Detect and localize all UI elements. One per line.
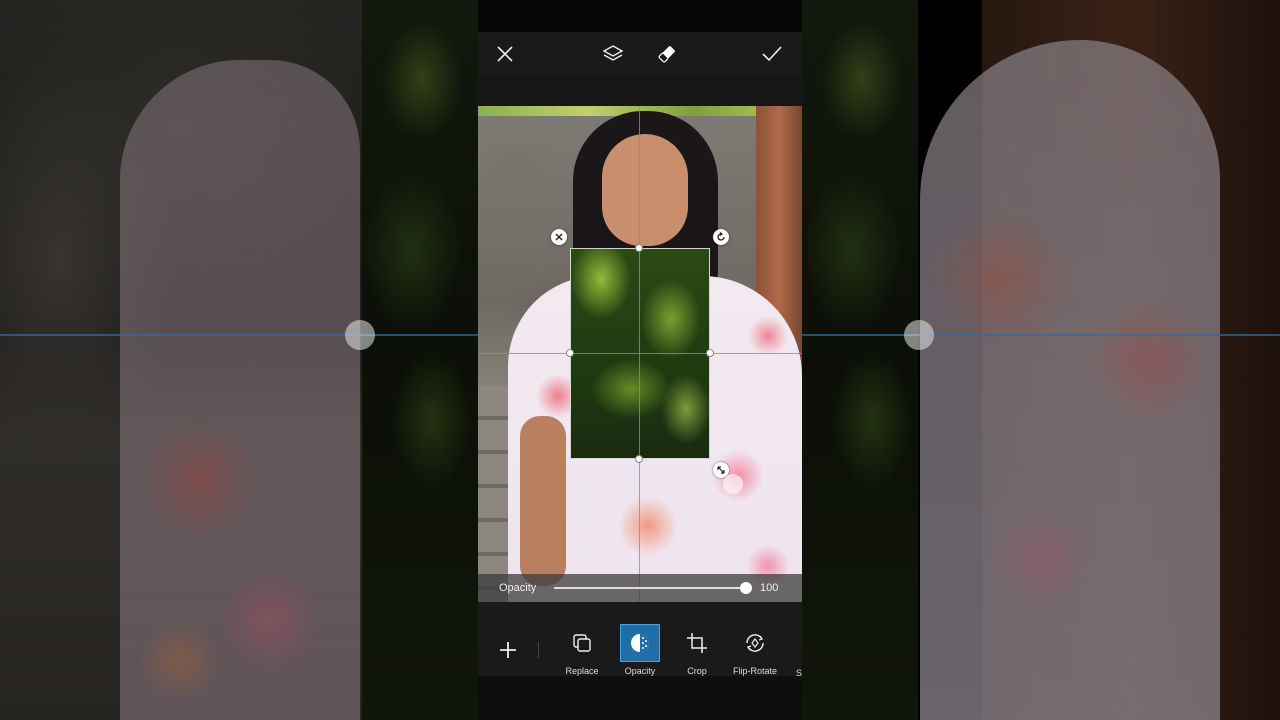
backdrop-guide [802,334,1280,336]
photo-arm [520,416,566,586]
eraser-button[interactable] [651,38,683,70]
opacity-slider-thumb[interactable] [740,582,752,594]
tool-label: Flip-Rotate [732,666,777,676]
resize-handle-top[interactable] [635,244,643,252]
opacity-value: 100 [760,582,779,594]
tool-label: Crop [687,666,707,676]
tool-replace[interactable]: Replace [557,624,607,676]
backdrop-knob [345,320,375,350]
resize-handle-left[interactable] [566,349,574,357]
nav-area [478,676,802,720]
backdrop-guide [0,334,478,336]
opacity-slider[interactable] [554,582,752,594]
resize-handle-right[interactable] [706,349,714,357]
backdrop-left [0,0,478,720]
photo-canvas[interactable] [478,106,802,602]
opacity-bar: Opacity 100 [478,574,802,602]
close-button[interactable] [489,38,521,70]
replace-icon [573,634,591,652]
resize-handle-bottom[interactable] [635,455,643,463]
eraser-icon [658,46,675,63]
layers-icon [602,45,624,61]
tool-opacity[interactable]: Opacity [615,624,665,676]
touch-indicator [723,474,743,494]
delete-layer-button[interactable] [551,229,567,245]
tool-label: Replace [565,666,599,676]
backdrop-knob [904,320,934,350]
tool-label: Opacity [624,666,656,676]
check-icon [762,46,782,62]
plus-icon [500,642,516,658]
rotate-icon [717,232,725,241]
apply-button[interactable] [756,38,788,70]
tool-flip-rotate[interactable]: Flip-Rotate [730,624,780,676]
bottom-toolbar: Replace Opacity Crop Flip-Rotate S [478,602,802,678]
backdrop-dim [802,0,1280,720]
scale-icon [717,466,725,474]
tool-crop[interactable]: Crop [672,624,722,676]
top-bar [478,32,802,76]
status-bar [478,0,802,32]
flip-rotate-icon [746,634,764,652]
editor-screen: Opacity 100 Replace Opacity Crop Flip-Ro… [478,0,802,720]
rotate-layer-button[interactable] [713,229,729,245]
add-button[interactable] [496,638,520,662]
opacity-label: Opacity [499,582,537,594]
backdrop-dim [0,0,478,720]
close-icon [555,233,563,241]
canvas-margin [478,76,802,106]
backdrop-right [802,0,1280,720]
toolbar-divider [538,642,539,658]
close-icon [497,46,513,62]
horizontal-guide [478,353,802,354]
vertical-guide [639,106,640,602]
layers-button[interactable] [597,38,629,70]
photo-face [602,134,688,246]
opacity-icon [631,634,649,652]
crop-icon [687,633,707,653]
